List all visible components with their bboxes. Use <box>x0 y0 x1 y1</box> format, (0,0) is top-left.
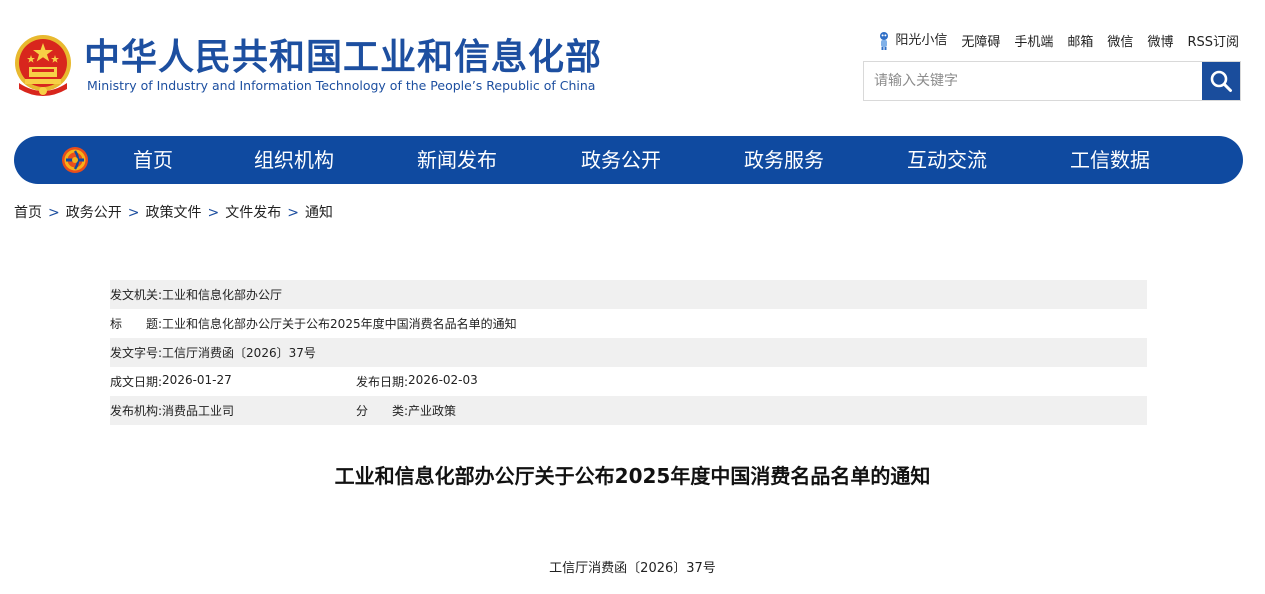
breadcrumb-separator: > <box>207 205 220 221</box>
nav-item-public-affairs[interactable]: 政务公开 <box>581 136 661 184</box>
search-input[interactable] <box>864 62 1202 100</box>
top-link-wechat[interactable]: 微信 <box>1107 31 1133 50</box>
meta-category-value: 产业政策 <box>408 404 457 418</box>
breadcrumb-separator: > <box>48 205 60 221</box>
top-link-accessibility[interactable]: 无障碍 <box>961 31 1000 50</box>
meta-row-dates: 成文日期: 2026-01-27 发布日期: 2026-02-03 <box>110 367 1147 396</box>
meta-published-value: 2026-02-03 <box>408 373 478 387</box>
breadcrumb-file-release[interactable]: 文件发布 <box>225 205 281 221</box>
nav-item-services[interactable]: 政务服务 <box>744 136 824 184</box>
meta-created-value: 2026-01-27 <box>162 373 232 387</box>
search-box <box>863 61 1241 101</box>
nav-item-organization[interactable]: 组织机构 <box>254 136 334 184</box>
breadcrumb: 首页 > 政务公开 > 政策文件 > 文件发布 > 通知 <box>14 203 333 223</box>
meta-category-label: 分 类: <box>356 404 409 418</box>
site-title-en: Ministry of Industry and Information Tec… <box>87 78 596 93</box>
breadcrumb-notice[interactable]: 通知 <box>305 205 333 221</box>
breadcrumb-separator: > <box>287 205 299 221</box>
search-button[interactable] <box>1202 62 1240 100</box>
top-link-sunshine[interactable]: 阳光小信 <box>877 29 947 51</box>
meta-org-label: 发布机构: <box>110 404 163 418</box>
nav-item-data[interactable]: 工信数据 <box>1070 136 1150 184</box>
meta-row-title: 标 题: 工业和信息化部办公厅关于公布2025年度中国消费名品名单的通知 <box>110 309 1147 338</box>
meta-org-value: 消费品工业司 <box>162 404 235 418</box>
miit-logo-icon <box>62 147 88 173</box>
mascot-icon <box>880 31 889 50</box>
national-emblem-icon <box>15 35 71 96</box>
top-link-rss[interactable]: RSS订阅 <box>1187 31 1239 50</box>
meta-doc-no-value: 工信厅消费函〔2026〕37号 <box>162 346 316 360</box>
nav-item-interaction[interactable]: 互动交流 <box>907 136 987 184</box>
main-nav: 首页 组织机构 新闻发布 政务公开 政务服务 互动交流 工信数据 <box>14 136 1243 184</box>
meta-row-doc-no: 发文字号: 工信厅消费函〔2026〕37号 <box>110 338 1147 367</box>
meta-row-issuer: 发文机关: 工业和信息化部办公厅 <box>110 280 1147 309</box>
breadcrumb-public-affairs[interactable]: 政务公开 <box>66 205 122 221</box>
top-link-mail[interactable]: 邮箱 <box>1067 31 1093 50</box>
top-link-mobile[interactable]: 手机端 <box>1014 31 1053 50</box>
top-link-weibo[interactable]: 微博 <box>1147 31 1173 50</box>
document-title: 工业和信息化部办公厅关于公布2025年度中国消费名品名单的通知 <box>334 464 931 488</box>
search-icon <box>1210 70 1232 92</box>
breadcrumb-separator: > <box>127 205 140 221</box>
meta-published-label: 发布日期: <box>356 375 409 389</box>
top-links: 阳光小信 无障碍 手机端 邮箱 微信 微博 RSS订阅 <box>877 30 1239 50</box>
meta-title-label: 标 题: <box>110 317 163 331</box>
nav-item-home[interactable]: 首页 <box>133 136 173 184</box>
document-meta-table: 发文机关: 工业和信息化部办公厅 标 题: 工业和信息化部办公厅关于公布2025… <box>110 280 1147 425</box>
site-title-cn: 中华人民共和国工业和信息化部 <box>84 37 603 78</box>
meta-issuer-value: 工业和信息化部办公厅 <box>162 288 283 302</box>
breadcrumb-home[interactable]: 首页 <box>14 205 42 221</box>
nav-item-news[interactable]: 新闻发布 <box>417 136 497 184</box>
top-link-label: 阳光小信 <box>895 33 948 49</box>
breadcrumb-policy-files[interactable]: 政策文件 <box>145 205 201 221</box>
meta-issuer-label: 发文机关: <box>110 288 163 302</box>
meta-title-value: 工业和信息化部办公厅关于公布2025年度中国消费名品名单的通知 <box>162 317 517 331</box>
meta-created-label: 成文日期: <box>110 375 163 389</box>
meta-doc-no-label: 发文字号: <box>110 346 163 360</box>
meta-row-org: 发布机构: 消费品工业司 分 类: 产业政策 <box>110 396 1147 425</box>
document-number: 工信厅消费函〔2026〕37号 <box>549 561 716 576</box>
